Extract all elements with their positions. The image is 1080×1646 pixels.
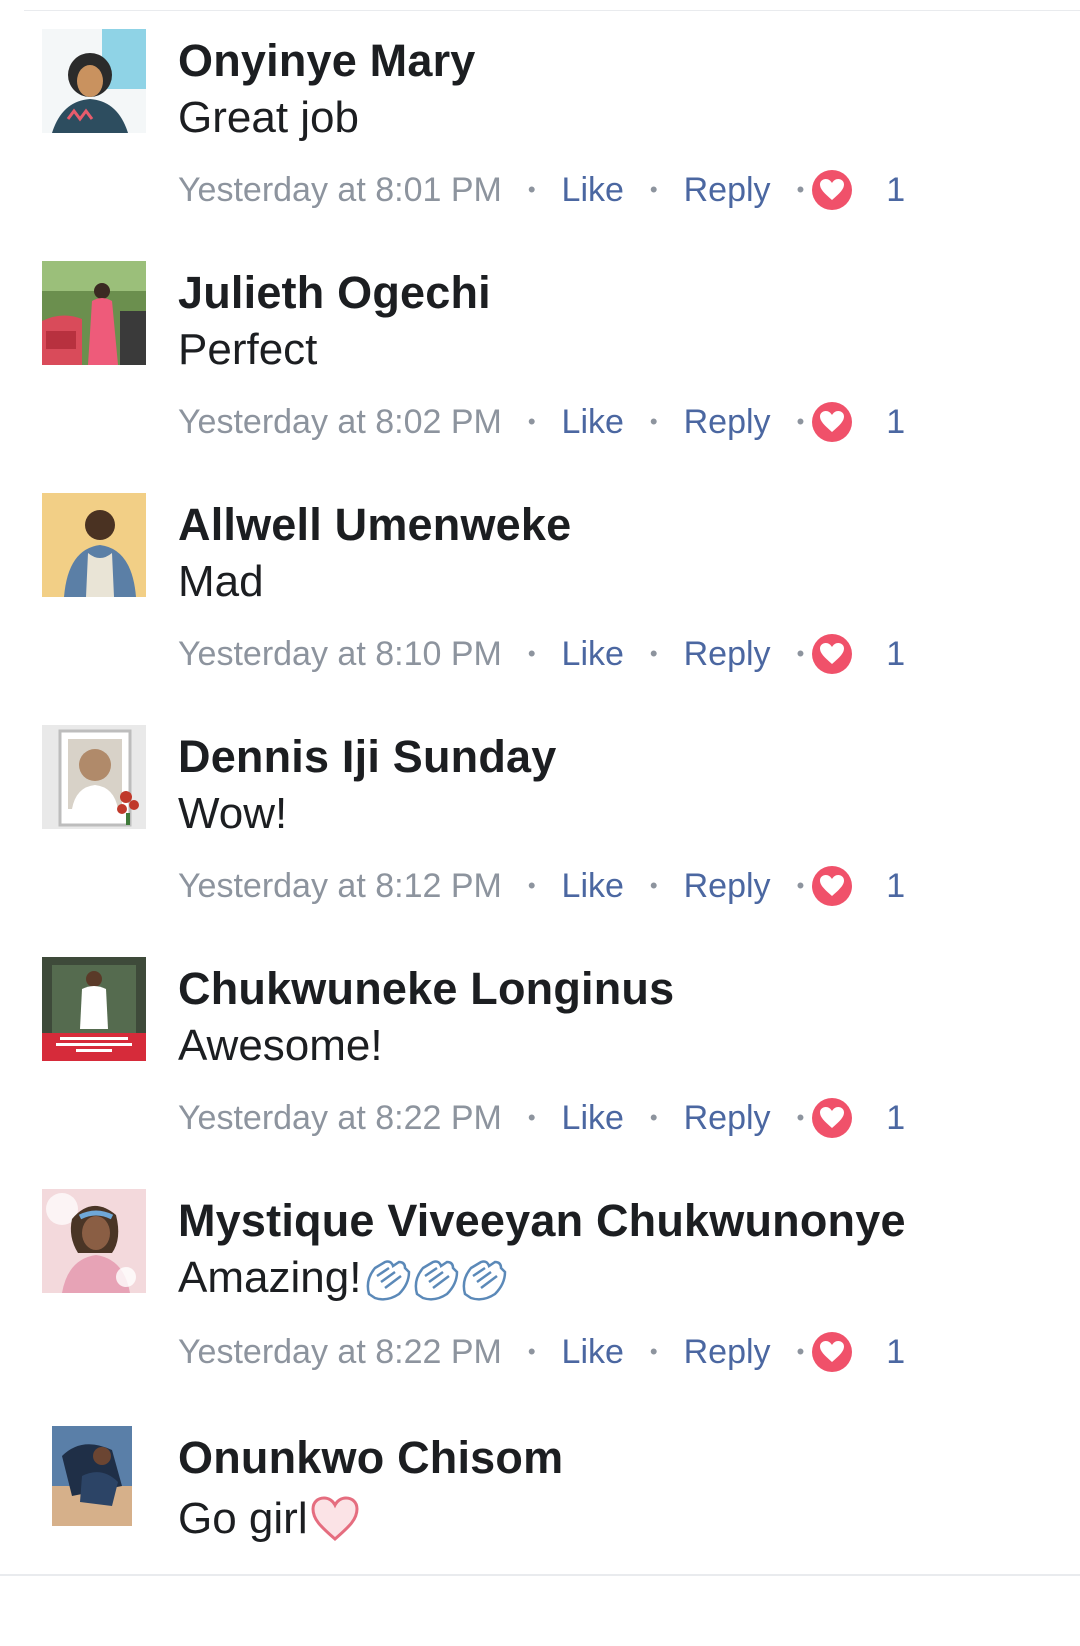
avatar-image <box>42 29 146 133</box>
avatar-image <box>42 261 146 365</box>
avatar[interactable] <box>42 1189 146 1293</box>
separator-dot: • <box>527 409 536 434</box>
reaction-count[interactable]: 1 <box>886 403 905 442</box>
comment-timestamp[interactable]: Yesterday at 8:22 PM <box>178 1333 502 1372</box>
comment-timestamp[interactable]: Yesterday at 8:22 PM <box>178 1099 502 1138</box>
separator-dot: • <box>796 177 805 202</box>
reply-button[interactable]: Reply <box>684 1333 771 1372</box>
separator-dot: • <box>527 1105 536 1130</box>
avatar-image <box>42 493 146 597</box>
separator-dot: • <box>649 641 658 666</box>
like-button[interactable]: Like <box>562 171 624 210</box>
avatar[interactable] <box>52 1426 132 1526</box>
separator-dot: • <box>649 1105 658 1130</box>
comment-item: Dennis Iji Sunday Wow! Yesterday at 8:12… <box>0 725 1080 945</box>
comment-item: Mystique Viveeyan Chukwunonye Amazing! Y… <box>0 1189 1080 1409</box>
separator-dot: • <box>527 177 536 202</box>
avatar[interactable] <box>42 957 146 1061</box>
comment-item: Chukwuneke Longinus Awesome! Yesterday a… <box>0 957 1080 1177</box>
heart-outline-icon <box>310 1495 360 1543</box>
bottom-divider <box>0 1574 1080 1576</box>
clapping-hands-icon <box>363 1254 509 1302</box>
comment-text-row: Go girl <box>178 1494 360 1544</box>
comment-item: Onyinye Mary Great job Yesterday at 8:01… <box>0 29 1080 249</box>
comment-text: Great job <box>178 93 359 142</box>
reaction-count[interactable]: 1 <box>886 171 905 210</box>
comment-meta: Yesterday at 8:01 PM • Like • Reply • 1 <box>178 167 905 213</box>
commenter-name[interactable]: Allwell Umenweke <box>178 499 571 551</box>
separator-dot: • <box>527 873 536 898</box>
comment-text: Mad <box>178 557 264 606</box>
commenter-name[interactable]: Chukwuneke Longinus <box>178 963 674 1015</box>
separator-dot: • <box>649 177 658 202</box>
avatar-image <box>42 957 146 1061</box>
love-reaction-icon[interactable] <box>812 866 853 906</box>
comment-text: Wow! <box>178 789 288 838</box>
comment-meta: Yesterday at 8:10 PM • Like • Reply • 1 <box>178 631 905 677</box>
separator-dot: • <box>796 641 805 666</box>
avatar[interactable] <box>42 725 146 829</box>
reply-button[interactable]: Reply <box>684 867 771 906</box>
comment-text: Go girl <box>178 1494 308 1543</box>
comment-text: Awesome! <box>178 1021 383 1070</box>
love-reaction-icon[interactable] <box>812 402 853 442</box>
reaction-count[interactable]: 1 <box>886 1099 905 1138</box>
comment-item: Allwell Umenweke Mad Yesterday at 8:10 P… <box>0 493 1080 713</box>
avatar[interactable] <box>42 29 146 133</box>
like-button[interactable]: Like <box>562 1099 624 1138</box>
comment-item: Julieth Ogechi Perfect Yesterday at 8:02… <box>0 261 1080 481</box>
separator-dot: • <box>796 1105 805 1130</box>
comment-text: Perfect <box>178 325 318 374</box>
avatar[interactable] <box>42 493 146 597</box>
reaction-count[interactable]: 1 <box>886 635 905 674</box>
comment-timestamp[interactable]: Yesterday at 8:10 PM <box>178 635 502 674</box>
comment-timestamp[interactable]: Yesterday at 8:02 PM <box>178 403 502 442</box>
commenter-name[interactable]: Mystique Viveeyan Chukwunonye <box>178 1195 906 1247</box>
reply-button[interactable]: Reply <box>684 171 771 210</box>
reply-button[interactable]: Reply <box>684 635 771 674</box>
commenter-name[interactable]: Dennis Iji Sunday <box>178 731 556 783</box>
separator-dot: • <box>527 641 536 666</box>
commenter-name[interactable]: Onunkwo Chisom <box>178 1432 563 1484</box>
reply-button[interactable]: Reply <box>684 1099 771 1138</box>
avatar-image <box>42 725 146 829</box>
reply-button[interactable]: Reply <box>684 403 771 442</box>
comment-timestamp[interactable]: Yesterday at 8:12 PM <box>178 867 502 906</box>
avatar-image <box>42 1189 146 1293</box>
separator-dot: • <box>796 1339 805 1364</box>
love-reaction-icon[interactable] <box>812 634 853 674</box>
love-reaction-icon[interactable] <box>812 170 853 210</box>
commenter-name[interactable]: Onyinye Mary <box>178 35 476 87</box>
comment-item: Onunkwo Chisom Go girl <box>0 1426 1080 1646</box>
comment-timestamp[interactable]: Yesterday at 8:01 PM <box>178 171 502 210</box>
love-reaction-icon[interactable] <box>812 1098 853 1138</box>
like-button[interactable]: Like <box>562 403 624 442</box>
top-divider <box>24 10 1080 11</box>
love-reaction-icon[interactable] <box>812 1332 853 1372</box>
avatar[interactable] <box>42 261 146 365</box>
comment-text: Amazing! <box>178 1253 362 1302</box>
commenter-name[interactable]: Julieth Ogechi <box>178 267 491 319</box>
like-button[interactable]: Like <box>562 867 624 906</box>
avatar-image <box>52 1426 132 1526</box>
separator-dot: • <box>796 409 805 434</box>
separator-dot: • <box>649 409 658 434</box>
comment-meta: Yesterday at 8:02 PM • Like • Reply • 1 <box>178 399 905 445</box>
separator-dot: • <box>796 873 805 898</box>
separator-dot: • <box>649 1339 658 1364</box>
separator-dot: • <box>527 1339 536 1364</box>
like-button[interactable]: Like <box>562 635 624 674</box>
separator-dot: • <box>649 873 658 898</box>
comment-meta: Yesterday at 8:22 PM • Like • Reply • 1 <box>178 1329 905 1375</box>
reaction-count[interactable]: 1 <box>886 1333 905 1372</box>
comment-meta: Yesterday at 8:22 PM • Like • Reply • 1 <box>178 1095 905 1141</box>
comment-meta: Yesterday at 8:12 PM • Like • Reply • 1 <box>178 863 905 909</box>
reaction-count[interactable]: 1 <box>886 867 905 906</box>
comment-text-row: Amazing! <box>178 1253 509 1303</box>
like-button[interactable]: Like <box>562 1333 624 1372</box>
